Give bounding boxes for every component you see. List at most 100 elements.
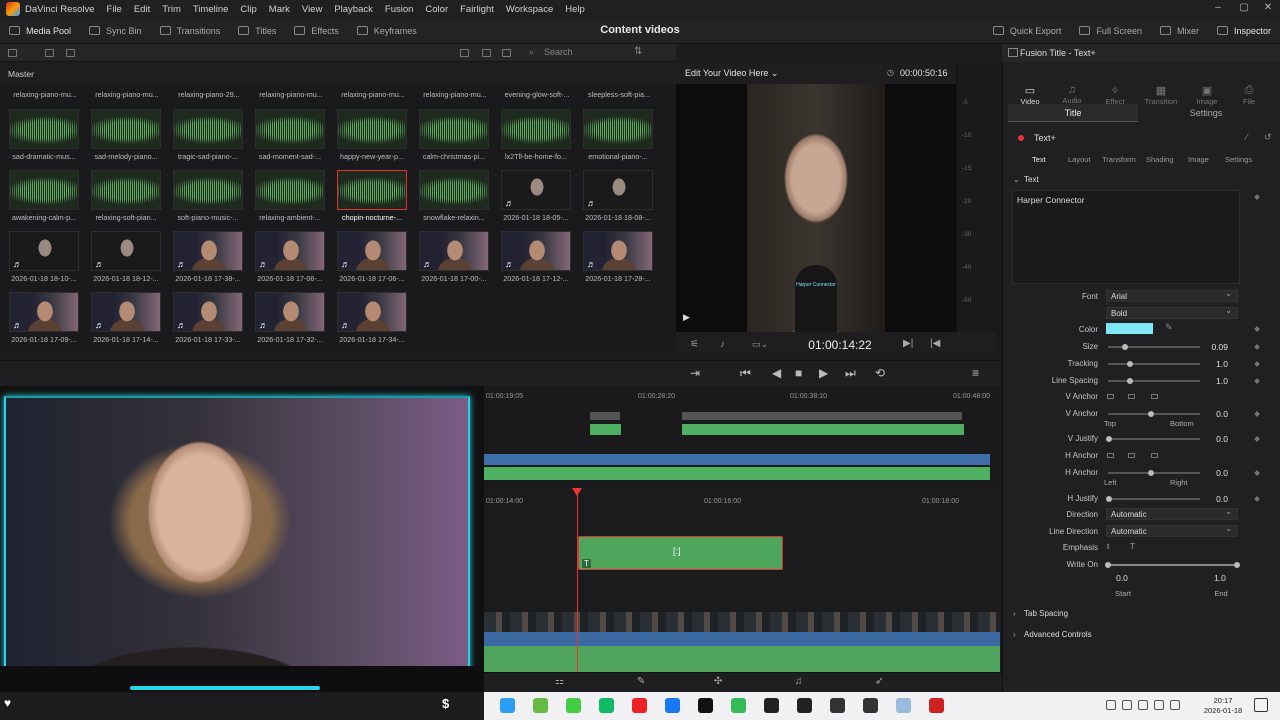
edge-icon[interactable] xyxy=(500,698,515,713)
anchor-option-icon[interactable] xyxy=(1107,453,1114,458)
menu-fairlight[interactable]: Fairlight xyxy=(454,4,500,15)
tab-image[interactable]: ▣ Image xyxy=(1187,84,1227,106)
slider-knob[interactable] xyxy=(1127,361,1133,367)
subtab-settings[interactable]: Settings xyxy=(1140,108,1272,118)
zoom-icon[interactable]: ▭⌄ xyxy=(752,339,768,350)
green-track-overview[interactable] xyxy=(484,467,990,480)
chevron-up-icon[interactable] xyxy=(1122,700,1132,710)
taskbar-clock[interactable]: 20:17 2026-01-18 xyxy=(1199,696,1247,716)
media-clip[interactable]: ♬ 2026-01-18 18-12-... xyxy=(90,231,162,283)
title-clip-overview[interactable] xyxy=(682,412,962,420)
param-value[interactable]: 0.0 xyxy=(1192,494,1228,504)
anchor-option-icon[interactable] xyxy=(1107,394,1114,399)
top-row-clip-label[interactable]: relaxing-piano-mu... xyxy=(90,90,164,99)
param-slider[interactable] xyxy=(1108,363,1200,365)
write-on-end-knob[interactable] xyxy=(1234,562,1240,568)
tab-video[interactable]: ▭ Video xyxy=(1010,84,1050,106)
param-slider[interactable] xyxy=(1108,413,1200,415)
inspector-panel-icon[interactable] xyxy=(1008,48,1018,57)
top-row-clip-label[interactable]: relaxing-piano-mu... xyxy=(8,90,82,99)
tab-transition[interactable]: ▦ Transition xyxy=(1141,84,1181,106)
node-tab-layout[interactable]: Layout xyxy=(1068,155,1091,164)
reset-icon[interactable]: ↺ xyxy=(1264,132,1272,143)
slider-knob[interactable] xyxy=(1148,411,1154,417)
top-row-clip-label[interactable]: relaxing-piano-mu... xyxy=(418,90,492,99)
quick-export-button[interactable]: Quick Export xyxy=(984,18,1071,44)
param-slider[interactable] xyxy=(1108,438,1200,440)
media-clip[interactable]: ♬ 2026-01-18 18-10-... xyxy=(8,231,80,283)
xbox-icon[interactable] xyxy=(566,698,581,713)
media-clip[interactable]: ♬ 2026-01-18 17-38-... xyxy=(172,231,244,283)
loop-mode-icon[interactable]: ⇥ xyxy=(690,366,700,380)
youtube-icon[interactable] xyxy=(632,698,647,713)
param-value[interactable]: 0.09 xyxy=(1192,342,1228,352)
notion-icon[interactable] xyxy=(830,698,845,713)
transitions-button[interactable]: Transitions xyxy=(151,18,230,44)
audio-track-green[interactable] xyxy=(484,646,1000,672)
skip-end-icon[interactable]: ⏭ xyxy=(845,366,856,381)
media-clip[interactable]: ♬ 2026-01-18 17-33-... xyxy=(172,292,244,344)
media-clip[interactable]: ♬ 2026-01-18 17-12-... xyxy=(500,231,572,283)
menu-help[interactable]: Help xyxy=(559,4,591,15)
mixer-button[interactable]: Mixer xyxy=(1151,18,1208,44)
slider-knob[interactable] xyxy=(1122,344,1128,350)
node-tab-image[interactable]: Image xyxy=(1188,155,1209,164)
app-icon[interactable] xyxy=(863,698,878,713)
blue-track-overview[interactable] xyxy=(484,454,990,465)
media-clip[interactable]: relaxing-soft-pian... xyxy=(90,170,162,222)
param-slider[interactable] xyxy=(1108,380,1200,382)
media-clip[interactable]: ♬ 2026-01-18 17-34-... xyxy=(336,292,408,344)
cut-page-icon[interactable]: ⚏ xyxy=(555,676,564,687)
param-slider[interactable] xyxy=(1108,472,1200,474)
anchor-option-icon[interactable] xyxy=(1128,394,1135,399)
app-icon[interactable] xyxy=(896,698,911,713)
node-tab-shading[interactable]: Shading xyxy=(1146,155,1174,164)
facebook-icon[interactable] xyxy=(665,698,680,713)
menu-timeline[interactable]: Timeline xyxy=(187,4,235,15)
top-row-clip-label[interactable]: evening-glow-soft-... xyxy=(500,90,574,99)
menu-edit[interactable]: Edit xyxy=(128,4,156,15)
loop-icon[interactable]: ⟲ xyxy=(875,366,885,380)
section-text[interactable]: Text xyxy=(1024,175,1039,184)
color-swatch[interactable] xyxy=(1106,323,1153,334)
top-row-clip-label[interactable]: relaxing-piano-mu... xyxy=(254,90,328,99)
chevron-right-icon[interactable]: › xyxy=(1013,630,1016,639)
tab-audio[interactable]: ♫ Audio xyxy=(1052,84,1092,105)
node-enable-icon[interactable] xyxy=(1018,135,1024,141)
keyboard-icon[interactable] xyxy=(1106,700,1116,710)
skip-start-icon[interactable]: ⏮ xyxy=(740,366,751,381)
terminal-icon[interactable] xyxy=(764,698,779,713)
step-back-icon[interactable]: ◀ xyxy=(772,366,781,380)
maximize-icon[interactable]: ▢ xyxy=(1236,2,1252,16)
title-clip-overview[interactable] xyxy=(590,412,620,420)
sidebar-toggle-icon[interactable] xyxy=(8,49,17,57)
top-row-clip-label[interactable]: relaxing-piano-29... xyxy=(172,90,246,99)
media-clip[interactable]: sad-moment-sad-... xyxy=(254,109,326,161)
close-icon[interactable]: ✕ xyxy=(1260,2,1276,16)
media-clip[interactable]: ♬ 2026-01-18 17-09-... xyxy=(8,292,80,344)
minimize-icon[interactable]: – xyxy=(1210,2,1226,16)
section-advanced-controls[interactable]: Advanced Controls xyxy=(1024,630,1092,639)
subtab-title[interactable]: Title xyxy=(1008,108,1138,118)
viewer-caption[interactable]: Harper Connector xyxy=(786,282,846,288)
grid-view-icon[interactable] xyxy=(460,49,469,57)
media-clip[interactable]: emotional-piano-... xyxy=(582,109,654,161)
param-value[interactable]: 1.0 xyxy=(1192,376,1228,386)
deliver-page-icon[interactable]: ➶ xyxy=(875,676,883,687)
write-on-start-value[interactable]: 0.0 xyxy=(1110,573,1134,583)
chevron-down-icon[interactable]: ⌄ xyxy=(1013,175,1020,184)
menu-clip[interactable]: Clip xyxy=(234,4,262,15)
top-row-clip-label[interactable]: relaxing-piano-mu... xyxy=(336,90,410,99)
media-clip[interactable]: ♬ 2026-01-18 17-28-... xyxy=(582,231,654,283)
viewer-title[interactable]: Edit Your Video Here ⌄ xyxy=(685,68,778,79)
media-clip[interactable]: sad-melody-piano... xyxy=(90,109,162,161)
list-view-icon[interactable] xyxy=(482,49,491,57)
viewer-play-icon[interactable]: ▶ xyxy=(683,312,690,323)
timeline-options-icon[interactable]: ≡ xyxy=(972,366,979,380)
node-tab-transform[interactable]: Transform xyxy=(1102,155,1136,164)
media-clip[interactable]: ♬ 2026-01-18 17-06-... xyxy=(254,231,326,283)
tab-file[interactable]: ⎙ File xyxy=(1229,84,1269,106)
import-icon[interactable] xyxy=(45,49,54,57)
video-track[interactable] xyxy=(484,612,1000,632)
write-on-end-value[interactable]: 1.0 xyxy=(1208,573,1232,583)
